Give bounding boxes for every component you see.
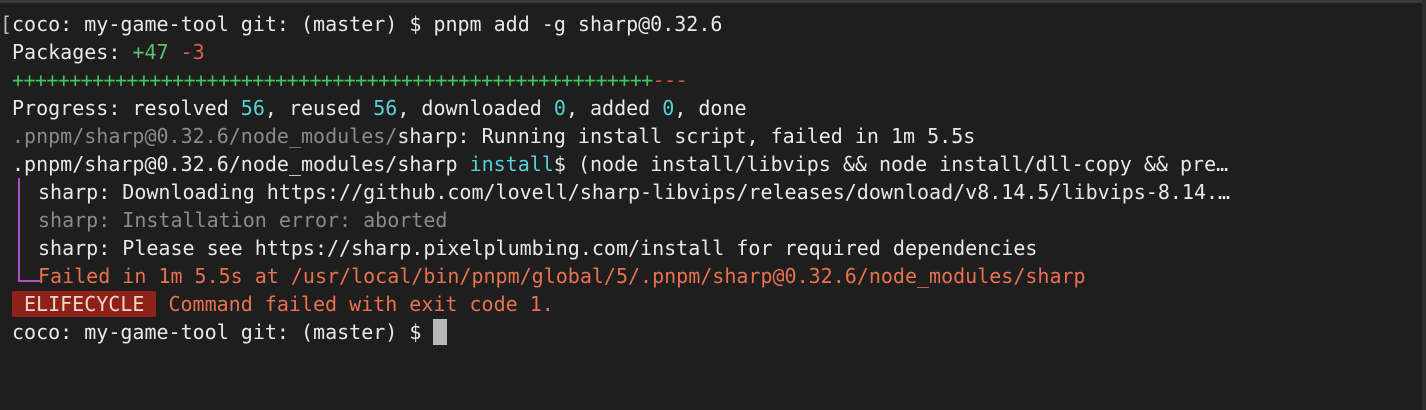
progress-text: , done — [674, 96, 747, 120]
log-line-see-docs: sharp: Please see https://sharp.pixelplu… — [12, 234, 1416, 262]
log-text: sharp: Please see https://sharp.pixelplu… — [38, 236, 1038, 260]
progress-summary-line: Progress: resolved 56, reused 56, downlo… — [12, 94, 1416, 122]
install-command-line: .pnpm/sharp@0.32.6/node_modules/sharp in… — [12, 150, 1416, 178]
log-group-bar — [18, 178, 20, 206]
install-command-text: $ (node install/libvips && node install/… — [553, 152, 1229, 176]
progress-text: , downloaded — [397, 96, 554, 120]
log-line-failed: Failed in 1m 5.5s at /usr/local/bin/pnpm… — [12, 262, 1416, 290]
module-path: .pnpm/sharp@0.32.6/node_modules/sharp — [12, 152, 470, 176]
log-line-error: sharp: Installation error: aborted — [12, 206, 1416, 234]
log-group-bar — [18, 206, 20, 234]
log-group-corner — [18, 262, 20, 282]
progress-text: , reused — [264, 96, 374, 120]
text-cursor[interactable] — [433, 319, 448, 345]
progress-bar-removed: --- — [652, 68, 688, 92]
progress-bar-line: ++++++++++++++++++++++++++++++++++++++++… — [12, 66, 1416, 94]
install-script-status-line: .pnpm/sharp@0.32.6/node_modules/sharp: R… — [12, 122, 1416, 150]
packages-space — [169, 40, 181, 64]
error-message: Command failed with exit code 1. — [156, 292, 554, 316]
progress-text: Progress: resolved — [12, 96, 241, 120]
reused-count: 56 — [373, 96, 398, 120]
log-text: sharp: Installation error: aborted — [38, 208, 448, 232]
command-text: pnpm add -g sharp@0.32.6 — [433, 12, 723, 36]
packages-label: Packages: — [12, 40, 133, 64]
log-text: sharp: Downloading https://github.com/lo… — [38, 180, 1231, 204]
progress-text: , added — [565, 96, 663, 120]
resolved-count: 56 — [240, 96, 265, 120]
module-path: .pnpm/sharp@0.32.6/node_modules/ — [12, 124, 398, 148]
command-line: coco: my-game-tool git: (master) $ pnpm … — [12, 10, 1416, 38]
progress-bar-added: ++++++++++++++++++++++++++++++++++++++++… — [12, 68, 653, 92]
log-line-downloading: sharp: Downloading https://github.com/lo… — [12, 178, 1416, 206]
packages-line: Packages: +47 -3 — [12, 38, 1416, 66]
downloaded-count: 0 — [553, 96, 566, 120]
install-status-text: sharp: Running install script, failed in… — [397, 124, 976, 148]
elifecycle-badge: ELIFECYCLE — [12, 291, 157, 317]
terminal-top-border — [0, 0, 1426, 3]
line-bracket: [ — [0, 12, 13, 36]
log-group-corner-horizontal — [18, 280, 40, 282]
packages-removed: -3 — [180, 40, 205, 64]
packages-added: +47 — [132, 40, 169, 64]
log-group-bar — [18, 234, 20, 262]
shell-prompt: coco: my-game-tool git: (master) $ — [12, 320, 434, 344]
added-count: 0 — [662, 96, 675, 120]
install-keyword: install — [469, 152, 554, 176]
terminal-window[interactable]: [ coco: my-game-tool git: (master) $ pnp… — [0, 0, 1426, 410]
scrollbar-track[interactable] — [1422, 0, 1426, 410]
current-prompt-line[interactable]: coco: my-game-tool git: (master) $ — [12, 318, 1416, 346]
lifecycle-error-line: ELIFECYCLE Command failed with exit code… — [12, 290, 1416, 318]
shell-prompt: coco: my-game-tool git: (master) $ — [12, 12, 434, 36]
terminal-output: coco: my-game-tool git: (master) $ pnpm … — [12, 10, 1416, 346]
failure-text: Failed in 1m 5.5s at /usr/local/bin/pnpm… — [38, 264, 1086, 288]
